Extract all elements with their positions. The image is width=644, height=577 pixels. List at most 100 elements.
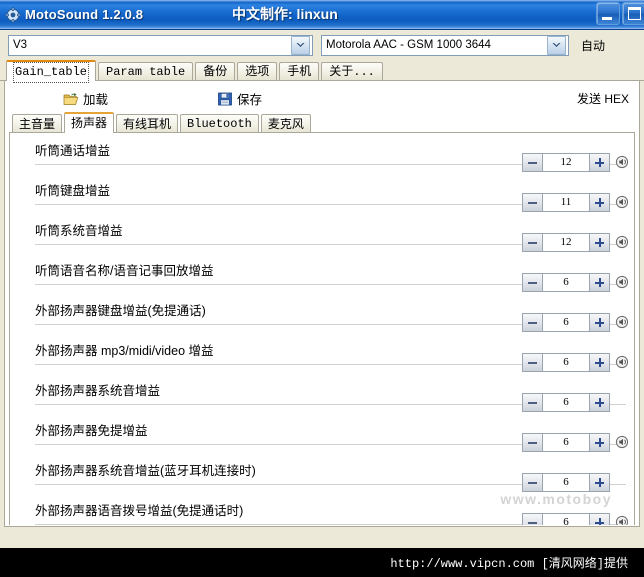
- gain-stepper[interactable]: 6: [522, 273, 610, 292]
- increment-button[interactable]: [589, 474, 609, 491]
- gain-stepper[interactable]: 12: [522, 233, 610, 252]
- speaker-icon[interactable]: [615, 315, 629, 329]
- chevron-down-icon[interactable]: [547, 35, 566, 55]
- gain-value[interactable]: 12: [543, 154, 589, 171]
- plus-icon: [595, 198, 604, 207]
- gain-stepper[interactable]: 6: [522, 353, 610, 372]
- title-bar: MotoSound 1.2.0.8 中文制作: linxun: [0, 0, 644, 30]
- speaker-icon[interactable]: [615, 155, 629, 169]
- gain-value[interactable]: 6: [543, 514, 589, 525]
- gain-row: 外部扬声器免提增益 6: [10, 413, 634, 453]
- minus-icon: [528, 361, 537, 364]
- gain-value[interactable]: 6: [543, 394, 589, 411]
- gain-value[interactable]: 6: [543, 274, 589, 291]
- minimize-button[interactable]: [596, 2, 620, 25]
- profile-combo[interactable]: Motorola AAC - GSM 1000 3644: [321, 34, 569, 56]
- subtab-bluetooth[interactable]: Bluetooth: [180, 114, 259, 133]
- subtab-microphone[interactable]: 麦克风: [260, 114, 311, 133]
- gain-value[interactable]: 6: [543, 474, 589, 491]
- gain-row: 外部扬声器系统音增益(蓝牙耳机连接时) 6: [10, 453, 634, 493]
- gain-value[interactable]: 12: [543, 234, 589, 251]
- gain-stepper[interactable]: 6: [522, 513, 610, 525]
- gain-stepper[interactable]: 6: [522, 433, 610, 452]
- gain-value[interactable]: 11: [543, 194, 589, 211]
- increment-button[interactable]: [589, 194, 609, 211]
- decrement-button[interactable]: [523, 154, 543, 171]
- gain-row: 听筒键盘增益 11: [10, 173, 634, 213]
- increment-button[interactable]: [589, 394, 609, 411]
- speaker-icon[interactable]: [615, 515, 629, 525]
- plus-icon: [595, 358, 604, 367]
- plus-icon: [595, 478, 604, 487]
- decrement-button[interactable]: [523, 434, 543, 451]
- decrement-button[interactable]: [523, 314, 543, 331]
- decrement-button[interactable]: [523, 234, 543, 251]
- send-hex-button[interactable]: 发送 HEX: [577, 90, 629, 107]
- action-toolbar: 加载 保存 发送 HEX: [5, 81, 639, 112]
- minus-icon: [528, 161, 537, 164]
- tab-phone[interactable]: 手机: [279, 62, 320, 81]
- minus-icon: [528, 201, 537, 204]
- increment-button[interactable]: [589, 274, 609, 291]
- minus-icon: [528, 401, 537, 404]
- profile-combo-value: Motorola AAC - GSM 1000 3644: [326, 39, 491, 51]
- gain-stepper[interactable]: 6: [522, 313, 610, 332]
- gain-row: 听筒系统音增益 12: [10, 213, 634, 253]
- gain-row: 听筒通话增益 12: [10, 133, 634, 173]
- chevron-down-icon[interactable]: [291, 35, 310, 55]
- gain-row-label: 外部扬声器 mp3/midi/video 增益: [35, 344, 214, 358]
- device-combo-value: V3: [13, 39, 28, 51]
- gain-row-label: 听筒通话增益: [35, 144, 111, 158]
- subtab-master-volume[interactable]: 主音量: [12, 114, 63, 133]
- plus-icon: [595, 278, 604, 287]
- speaker-icon[interactable]: [615, 275, 629, 289]
- decrement-button[interactable]: [523, 194, 543, 211]
- increment-button[interactable]: [589, 434, 609, 451]
- gain-row-label: 听筒语音名称/语音记事回放增益: [35, 264, 214, 278]
- gain-value[interactable]: 6: [543, 434, 589, 451]
- gain-value[interactable]: 6: [543, 354, 589, 371]
- gain-stepper[interactable]: 6: [522, 473, 610, 492]
- maximize-button[interactable]: [622, 2, 644, 25]
- speaker-icon[interactable]: [615, 235, 629, 249]
- speaker-icon[interactable]: [615, 355, 629, 369]
- save-button[interactable]: 保存: [217, 89, 262, 108]
- decrement-button[interactable]: [523, 394, 543, 411]
- auto-label: 自动: [581, 38, 606, 53]
- tab-param-table[interactable]: Param table: [98, 62, 194, 81]
- increment-button[interactable]: [589, 354, 609, 371]
- speaker-icon[interactable]: [615, 435, 629, 449]
- gain-value[interactable]: 6: [543, 314, 589, 331]
- subtab-speaker[interactable]: 扬声器: [64, 112, 115, 133]
- minus-icon: [528, 521, 537, 524]
- gain-row: 外部扬声器 mp3/midi/video 增益 6: [10, 333, 634, 373]
- gain-row-label: 外部扬声器系统音增益(蓝牙耳机连接时): [35, 464, 256, 478]
- tab-gain-table[interactable]: Gain_table: [6, 60, 97, 83]
- increment-button[interactable]: [589, 514, 609, 525]
- device-combo[interactable]: V3: [8, 34, 313, 56]
- decrement-button[interactable]: [523, 354, 543, 371]
- footer-text: http://www.vipcn.com [清风网络]提供: [390, 557, 628, 571]
- decrement-button[interactable]: [523, 274, 543, 291]
- window-controls: [596, 2, 644, 25]
- load-button[interactable]: 加载: [63, 89, 108, 108]
- increment-button[interactable]: [589, 314, 609, 331]
- subtab-wired-headset[interactable]: 有线耳机: [116, 114, 179, 133]
- decrement-button[interactable]: [523, 474, 543, 491]
- gain-row-label: 外部扬声器语音拨号增益(免提通话时): [35, 504, 244, 518]
- increment-button[interactable]: [589, 234, 609, 251]
- gain-stepper[interactable]: 11: [522, 193, 610, 212]
- increment-button[interactable]: [589, 154, 609, 171]
- footer-bar: http://www.vipcn.com [清风网络]提供: [0, 548, 644, 577]
- decrement-button[interactable]: [523, 514, 543, 525]
- gain-stepper[interactable]: 12: [522, 153, 610, 172]
- minus-icon: [528, 441, 537, 444]
- gain-stepper[interactable]: 6: [522, 393, 610, 412]
- tab-about[interactable]: 关于...: [321, 62, 383, 81]
- speaker-icon[interactable]: [615, 195, 629, 209]
- gain-row-label: 外部扬声器键盘增益(免提通话): [35, 304, 206, 318]
- plus-icon: [595, 398, 604, 407]
- tab-backup[interactable]: 备份: [195, 62, 236, 81]
- gain-row-label: 外部扬声器免提增益: [35, 424, 148, 438]
- tab-options[interactable]: 选项: [237, 62, 278, 81]
